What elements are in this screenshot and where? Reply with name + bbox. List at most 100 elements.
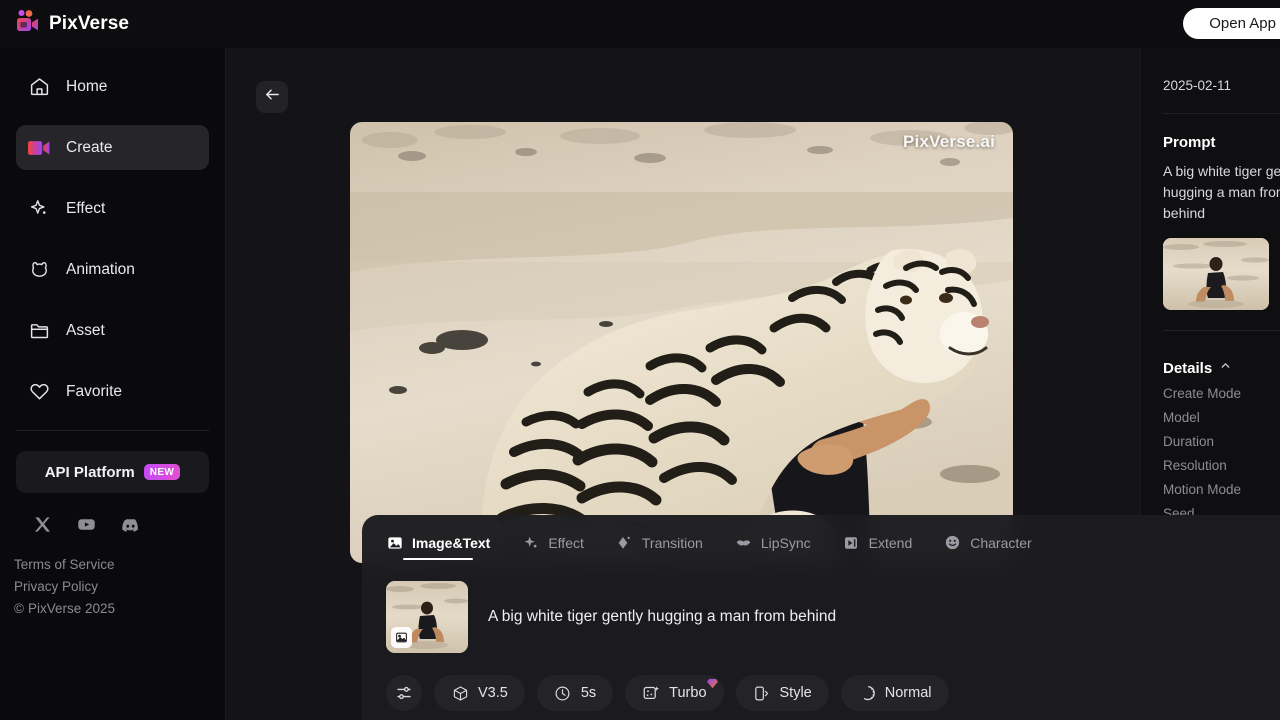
tab-label: LipSync: [760, 534, 811, 551]
creation-date: 2025-02-11: [1163, 78, 1232, 93]
brand-name: PixVerse: [49, 13, 130, 34]
settings-chip-row: V3.5 5s Turbo Style Normal: [362, 653, 1280, 711]
smiley-icon: [944, 534, 961, 551]
cube-icon: [451, 684, 469, 702]
video-player[interactable]: PixVerse.ai: [350, 122, 1013, 563]
home-icon: [28, 76, 50, 98]
detail-key-model: Model: [1163, 410, 1200, 425]
duration-chip[interactable]: 5s: [536, 675, 614, 711]
new-badge: NEW: [143, 464, 181, 480]
terms-of-service-link[interactable]: Terms of Service: [14, 557, 225, 572]
tab-transition[interactable]: Transition: [616, 534, 703, 560]
video-watermark: PixVerse.ai: [903, 132, 995, 151]
chip-label: Normal: [884, 685, 932, 701]
tab-image-text[interactable]: Image&Text: [386, 534, 490, 560]
sidebar-footer: Terms of Service Privacy Policy © PixVer…: [0, 535, 225, 616]
app-header: PixVerse Open App: [0, 0, 1280, 48]
lips-icon: [735, 534, 752, 551]
panel-divider: [1163, 113, 1280, 114]
sparkle-icon: [28, 198, 50, 220]
prompt-row: A big white tiger gently hugging a man f…: [362, 563, 1280, 653]
detail-key-create-mode: Create Mode: [1163, 386, 1242, 401]
main-stage: PixVerse.ai Image&Text Effect Transition…: [226, 48, 1280, 720]
copyright-text: PixVerse 2025: [27, 601, 116, 616]
sidebar-divider: [16, 430, 209, 431]
details-title: Details: [1163, 359, 1213, 377]
reference-image-thumbnail[interactable]: [1163, 238, 1269, 310]
tab-lipsync[interactable]: LipSync: [735, 534, 811, 560]
prompt-section-text: A big white tiger gently hugging a man f…: [1163, 163, 1280, 221]
video-camera-icon: [14, 9, 40, 40]
api-platform-label: API Platform: [44, 463, 135, 481]
sidebar: Home Create Effect Animation Asset Favor…: [0, 48, 226, 720]
style-chip[interactable]: Style: [735, 675, 829, 711]
reference-image: [1163, 238, 1269, 310]
image-icon: [391, 627, 412, 648]
tab-label: Extend: [868, 534, 913, 551]
prompt-section-title: Prompt: [1163, 134, 1216, 151]
motion-mode-chip[interactable]: Normal: [840, 675, 949, 711]
tab-label: Image&Text: [412, 534, 491, 551]
style-frame-icon: [753, 684, 771, 702]
pixverse-app: PixVerse Open App Home Create Effect Ani…: [0, 0, 1280, 720]
sidebar-item-effect[interactable]: Effect: [16, 186, 209, 231]
sliders-icon: [395, 684, 413, 702]
extend-icon: [843, 534, 860, 551]
tab-extend[interactable]: Extend: [843, 534, 913, 560]
video-camera-icon: [28, 137, 50, 159]
sidebar-item-label: Animation: [66, 260, 135, 278]
tab-label: Character: [970, 534, 1032, 551]
social-links: [0, 493, 225, 535]
sidebar-item-label: Home: [66, 77, 108, 95]
tab-character[interactable]: Character: [944, 534, 1032, 560]
sidebar-item-label: Asset: [66, 321, 105, 339]
open-app-button[interactable]: Open App: [1183, 8, 1280, 39]
sidebar-item-home[interactable]: Home: [16, 64, 209, 109]
detail-key-duration: Duration: [1163, 434, 1215, 449]
arrow-left-icon: [264, 86, 281, 108]
clock-icon: [554, 684, 572, 702]
turbo-icon: [642, 684, 660, 702]
chip-label: V3.5: [478, 685, 508, 701]
brand-logo[interactable]: PixVerse: [14, 9, 129, 40]
tab-label: Effect: [548, 534, 584, 551]
discord-icon[interactable]: [121, 515, 141, 535]
sidebar-item-label: Effect: [66, 199, 106, 217]
api-platform-button[interactable]: API Platform NEW: [16, 451, 209, 493]
premium-gem-icon: [706, 677, 719, 689]
sidebar-item-asset[interactable]: Asset: [16, 308, 209, 353]
detail-key-resolution: Resolution: [1163, 458, 1227, 473]
x-icon[interactable]: [33, 515, 53, 535]
detail-key-motion-mode: Motion Mode: [1163, 482, 1242, 497]
create-tabs: Image&Text Effect Transition LipSync Ext…: [362, 515, 1280, 563]
chip-label: 5s: [580, 685, 597, 701]
folder-icon: [28, 320, 50, 342]
sidebar-nav: Home Create Effect Animation Asset Favor…: [0, 64, 225, 414]
copyright-symbol: ©: [14, 601, 24, 616]
heart-icon: [28, 381, 50, 403]
image-icon: [386, 534, 403, 551]
sidebar-item-label: Create: [66, 138, 113, 156]
privacy-policy-link[interactable]: Privacy Policy: [14, 579, 225, 594]
motion-icon: [858, 684, 876, 702]
turbo-mode-chip[interactable]: Turbo: [625, 675, 724, 711]
transition-icon: [616, 534, 633, 551]
sidebar-item-label: Favorite: [66, 382, 122, 400]
prompt-input-text[interactable]: A big white tiger gently hugging a man f…: [488, 608, 836, 626]
model-version-chip[interactable]: V3.5: [434, 675, 525, 711]
back-button[interactable]: [256, 81, 288, 113]
sidebar-item-favorite[interactable]: Favorite: [16, 369, 209, 414]
settings-button[interactable]: [386, 675, 422, 711]
chip-label: Style: [779, 685, 812, 701]
video-frame: [350, 122, 1013, 563]
sidebar-item-animation[interactable]: Animation: [16, 247, 209, 292]
sidebar-item-create[interactable]: Create: [16, 125, 209, 170]
prompt-thumbnail[interactable]: [386, 581, 468, 653]
chip-label: Turbo: [669, 685, 707, 701]
youtube-icon[interactable]: [77, 515, 97, 535]
sparkle-icon: [522, 534, 539, 551]
tab-effect[interactable]: Effect: [522, 534, 584, 560]
tab-label: Transition: [641, 534, 703, 551]
animation-face-icon: [28, 259, 50, 281]
details-toggle[interactable]: Details: [1163, 359, 1280, 377]
